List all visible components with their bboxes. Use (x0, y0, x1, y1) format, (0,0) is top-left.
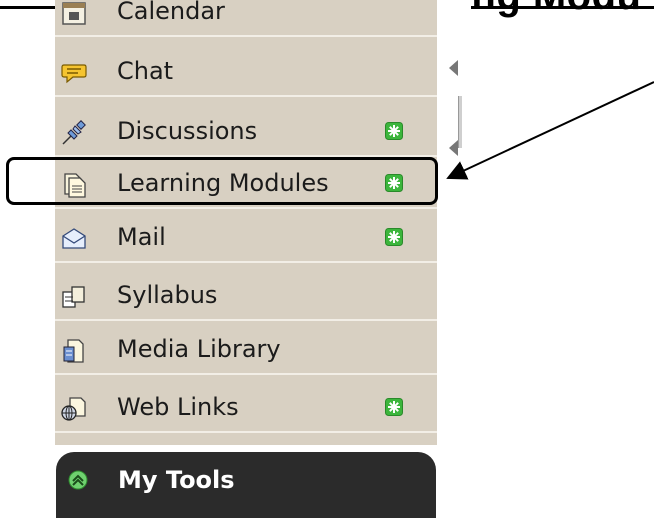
callout-arrow (446, 81, 654, 180)
